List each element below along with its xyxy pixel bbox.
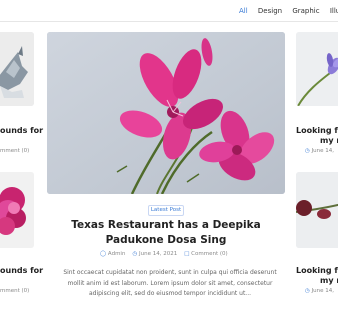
right-card-2-title-line2[interactable]: my n [320,276,338,285]
purple-flower-image [296,32,338,106]
comment-icon: □ [184,251,190,257]
left-card-1-comments[interactable]: mment (0) [0,148,29,154]
red-bud-image [296,172,338,248]
filter-all[interactable]: All [239,7,248,15]
featured-meta: ◯ Admin ◷ June 14, 2021 □ Comment (0) [100,251,228,257]
right-card-1-date: ◷ June 14, [305,148,334,154]
right-card-2-title-line1[interactable]: Looking fo [296,266,338,275]
right-card-1-date-text[interactable]: June 14, [312,148,334,154]
clock-icon: ◷ [132,251,138,257]
left-card-2-comments[interactable]: mment (0) [0,288,29,294]
featured-excerpt: Sint occaecat cupidatat non proident, su… [63,269,277,297]
featured-image[interactable] [47,32,285,194]
latest-post-badge[interactable]: Latest Post [148,205,184,216]
category-filter-bar: All Design Graphic Illustr [239,7,338,15]
left-card-1-title[interactable]: ounds for [0,126,43,135]
featured-date[interactable]: June 14, 2021 [139,251,177,257]
filter-illustration[interactable]: Illustr [330,7,338,15]
right-card-1-title-line2[interactable]: my n [320,136,338,145]
clock-icon: ◷ [305,148,310,154]
featured-title[interactable]: Texas Restaurant has a Deepika Padukone … [50,218,282,248]
featured-author[interactable]: Admin [108,251,126,257]
right-card-1-image[interactable] [296,32,338,106]
left-card-2-title[interactable]: ounds for [0,266,43,275]
geranium-image [47,32,285,194]
filter-graphic[interactable]: Graphic [292,7,319,15]
user-icon: ◯ [100,251,107,257]
right-card-2-date: ◷ June 14, [305,288,334,294]
left-card-2-image[interactable] [0,172,34,248]
pink-flower-image [0,172,34,248]
clock-icon: ◷ [305,288,310,294]
featured-comments[interactable]: Comment (0) [191,251,228,257]
right-card-1-title-line1[interactable]: Looking fo [296,126,338,135]
succulent-image [0,32,34,106]
filter-design[interactable]: Design [258,7,282,15]
right-card-2-image[interactable] [296,172,338,248]
right-card-2-date-text[interactable]: June 14, [312,288,334,294]
filter-divider [0,21,338,22]
left-card-1-image[interactable] [0,32,34,106]
